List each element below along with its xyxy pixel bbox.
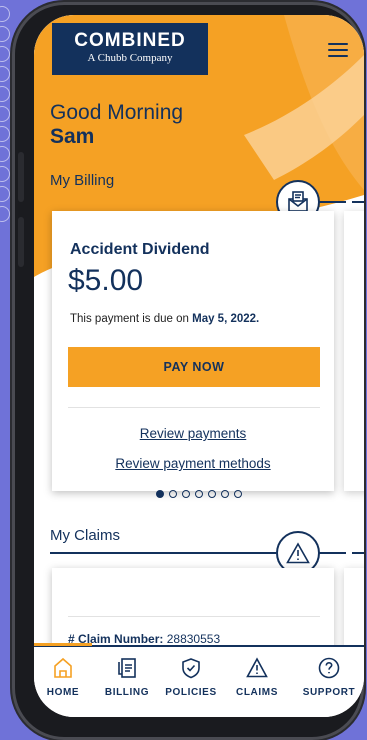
review-payments-link[interactable]: Review payments [52,426,334,441]
logo-sub-text: A Chubb Company [87,52,173,64]
tab-label-home: HOME [46,687,80,698]
claims-divider-line [319,552,346,554]
pagination-dot[interactable] [234,490,242,498]
side-button [18,217,24,267]
claim-number-value: 28830553 [166,632,221,646]
pay-now-button[interactable]: PAY NOW [68,347,320,387]
claims-divider-line [50,552,276,554]
claims-section-title: My Claims [50,527,120,544]
billing-icon [118,658,136,678]
tab-policies[interactable]: POLICIES [158,657,224,698]
combined-logo[interactable]: COMBINED A Chubb Company [52,23,208,75]
tab-billing[interactable]: BILLING [94,657,160,698]
due-date-text: This payment is due on May 5, 2022. [70,313,259,325]
billing-divider-line [319,201,346,203]
top-bar: COMBINED A Chubb Company [34,15,364,85]
review-payment-methods-link[interactable]: Review payment methods [52,456,334,471]
pagination-dot[interactable] [156,490,164,498]
pagination-dot[interactable] [221,490,229,498]
tab-label-billing: BILLING [104,687,150,698]
greeting-name: Sam [50,125,95,148]
side-button [18,152,24,202]
billing-card-title: Accident Dividend [70,241,210,258]
home-icon [54,657,72,678]
help-icon [318,657,340,679]
active-tab-indicator [34,643,92,646]
next-billing-card-peek[interactable] [344,211,364,491]
shield-icon [182,658,200,679]
pagination-dot[interactable] [169,490,177,498]
warning-icon [246,657,268,678]
pagination-dot[interactable] [182,490,190,498]
greeting-line: Good Morning [50,101,184,124]
billing-section-title: My Billing [50,172,115,189]
claims-divider-line [352,552,364,554]
greeting: Good Morning Sam [50,101,183,149]
tab-home[interactable]: HOME [34,657,96,698]
carousel-pagination [34,490,364,498]
billing-amount: $5.00 [68,264,144,297]
phone-frame: COMBINED A Chubb Company Good Morning Sa… [12,2,364,740]
tab-claims[interactable]: CLAIMS [224,657,290,698]
billing-card: Accident Dividend $5.00 This payment is … [52,211,334,491]
hamburger-menu-icon[interactable] [328,43,348,57]
due-prefix: This payment is due on [70,313,189,325]
claim-card-divider [68,616,320,617]
logo-main-text: COMBINED [74,30,186,51]
billing-divider-line [352,201,364,203]
tab-label-policies: POLICIES [165,687,217,698]
card-divider [68,407,320,408]
tab-support[interactable]: SUPPORT [296,657,362,698]
bottom-tab-bar: HOME BILLING POLICIES CLAIMS SUPPORT [34,643,364,717]
tab-label-support: SUPPORT [302,687,356,698]
due-date: May 5, 2022. [192,313,260,325]
pagination-dot[interactable] [195,490,203,498]
pagination-dot[interactable] [208,490,216,498]
tab-label-claims: CLAIMS [236,687,278,698]
app-screen: COMBINED A Chubb Company Good Morning Sa… [34,15,364,717]
